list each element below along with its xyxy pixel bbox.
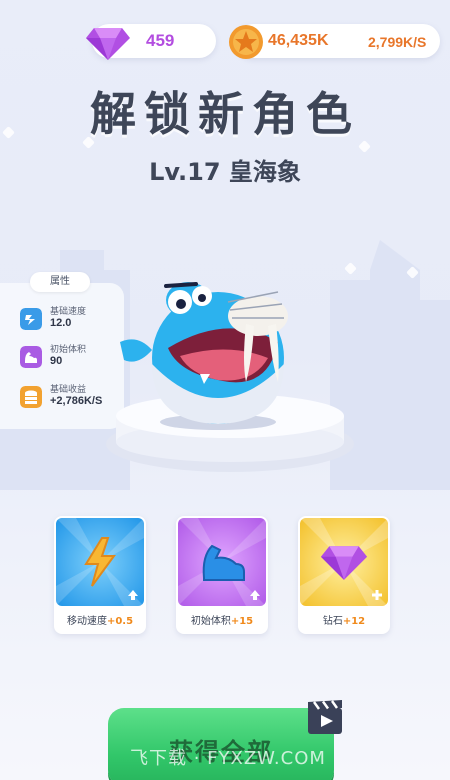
attribute-value: 90 (50, 355, 63, 367)
attribute-label: 初始体积 (50, 345, 87, 355)
watermark: 飞下载 · FYXZW.COM (130, 748, 326, 769)
muscle-icon (202, 544, 245, 581)
attribute-header: 属性 (30, 272, 90, 292)
attribute-row-size: 初始体积 90 (20, 342, 120, 376)
coin-icon (229, 25, 263, 59)
gem-icon (86, 28, 130, 60)
plus-icon (372, 590, 382, 600)
attribute-label: 基础收益 (50, 385, 87, 395)
upgrade-card-gems[interactable]: 钻石+12 (298, 516, 390, 634)
muscle-icon (20, 346, 42, 368)
attribute-value: 12.0 (50, 317, 72, 329)
upgrade-label-size: 初始体积+15 (190, 616, 254, 627)
page-title: 解锁新角色 (90, 87, 360, 141)
upgrade-label-gems: 钻石+12 (322, 616, 366, 627)
speed-icon (20, 308, 42, 330)
attribute-value: +2,786K/S (50, 395, 103, 407)
lightning-icon (84, 537, 116, 587)
video-ad-icon (308, 700, 342, 734)
arrow-up-icon (128, 590, 138, 600)
character-name: Lv.17 皇海象 (149, 158, 301, 186)
walrus-character (120, 282, 288, 430)
coins-icon (20, 386, 42, 408)
gem-count: 459 (146, 31, 175, 50)
attribute-row-speed: 基础速度 12.0 (20, 304, 120, 338)
coin-rate: 2,799K/S (368, 34, 427, 50)
upgrade-card-speed[interactable]: 移动速度+0.5 (54, 516, 146, 634)
upgrade-card-size[interactable]: 初始体积+15 (176, 516, 268, 634)
coin-count: 46,435K (268, 32, 329, 49)
arrow-up-icon (250, 590, 260, 600)
gem-icon (320, 546, 368, 580)
upgrade-label-speed: 移动速度+0.5 (66, 616, 134, 627)
attribute-label: 基础速度 (50, 307, 87, 317)
